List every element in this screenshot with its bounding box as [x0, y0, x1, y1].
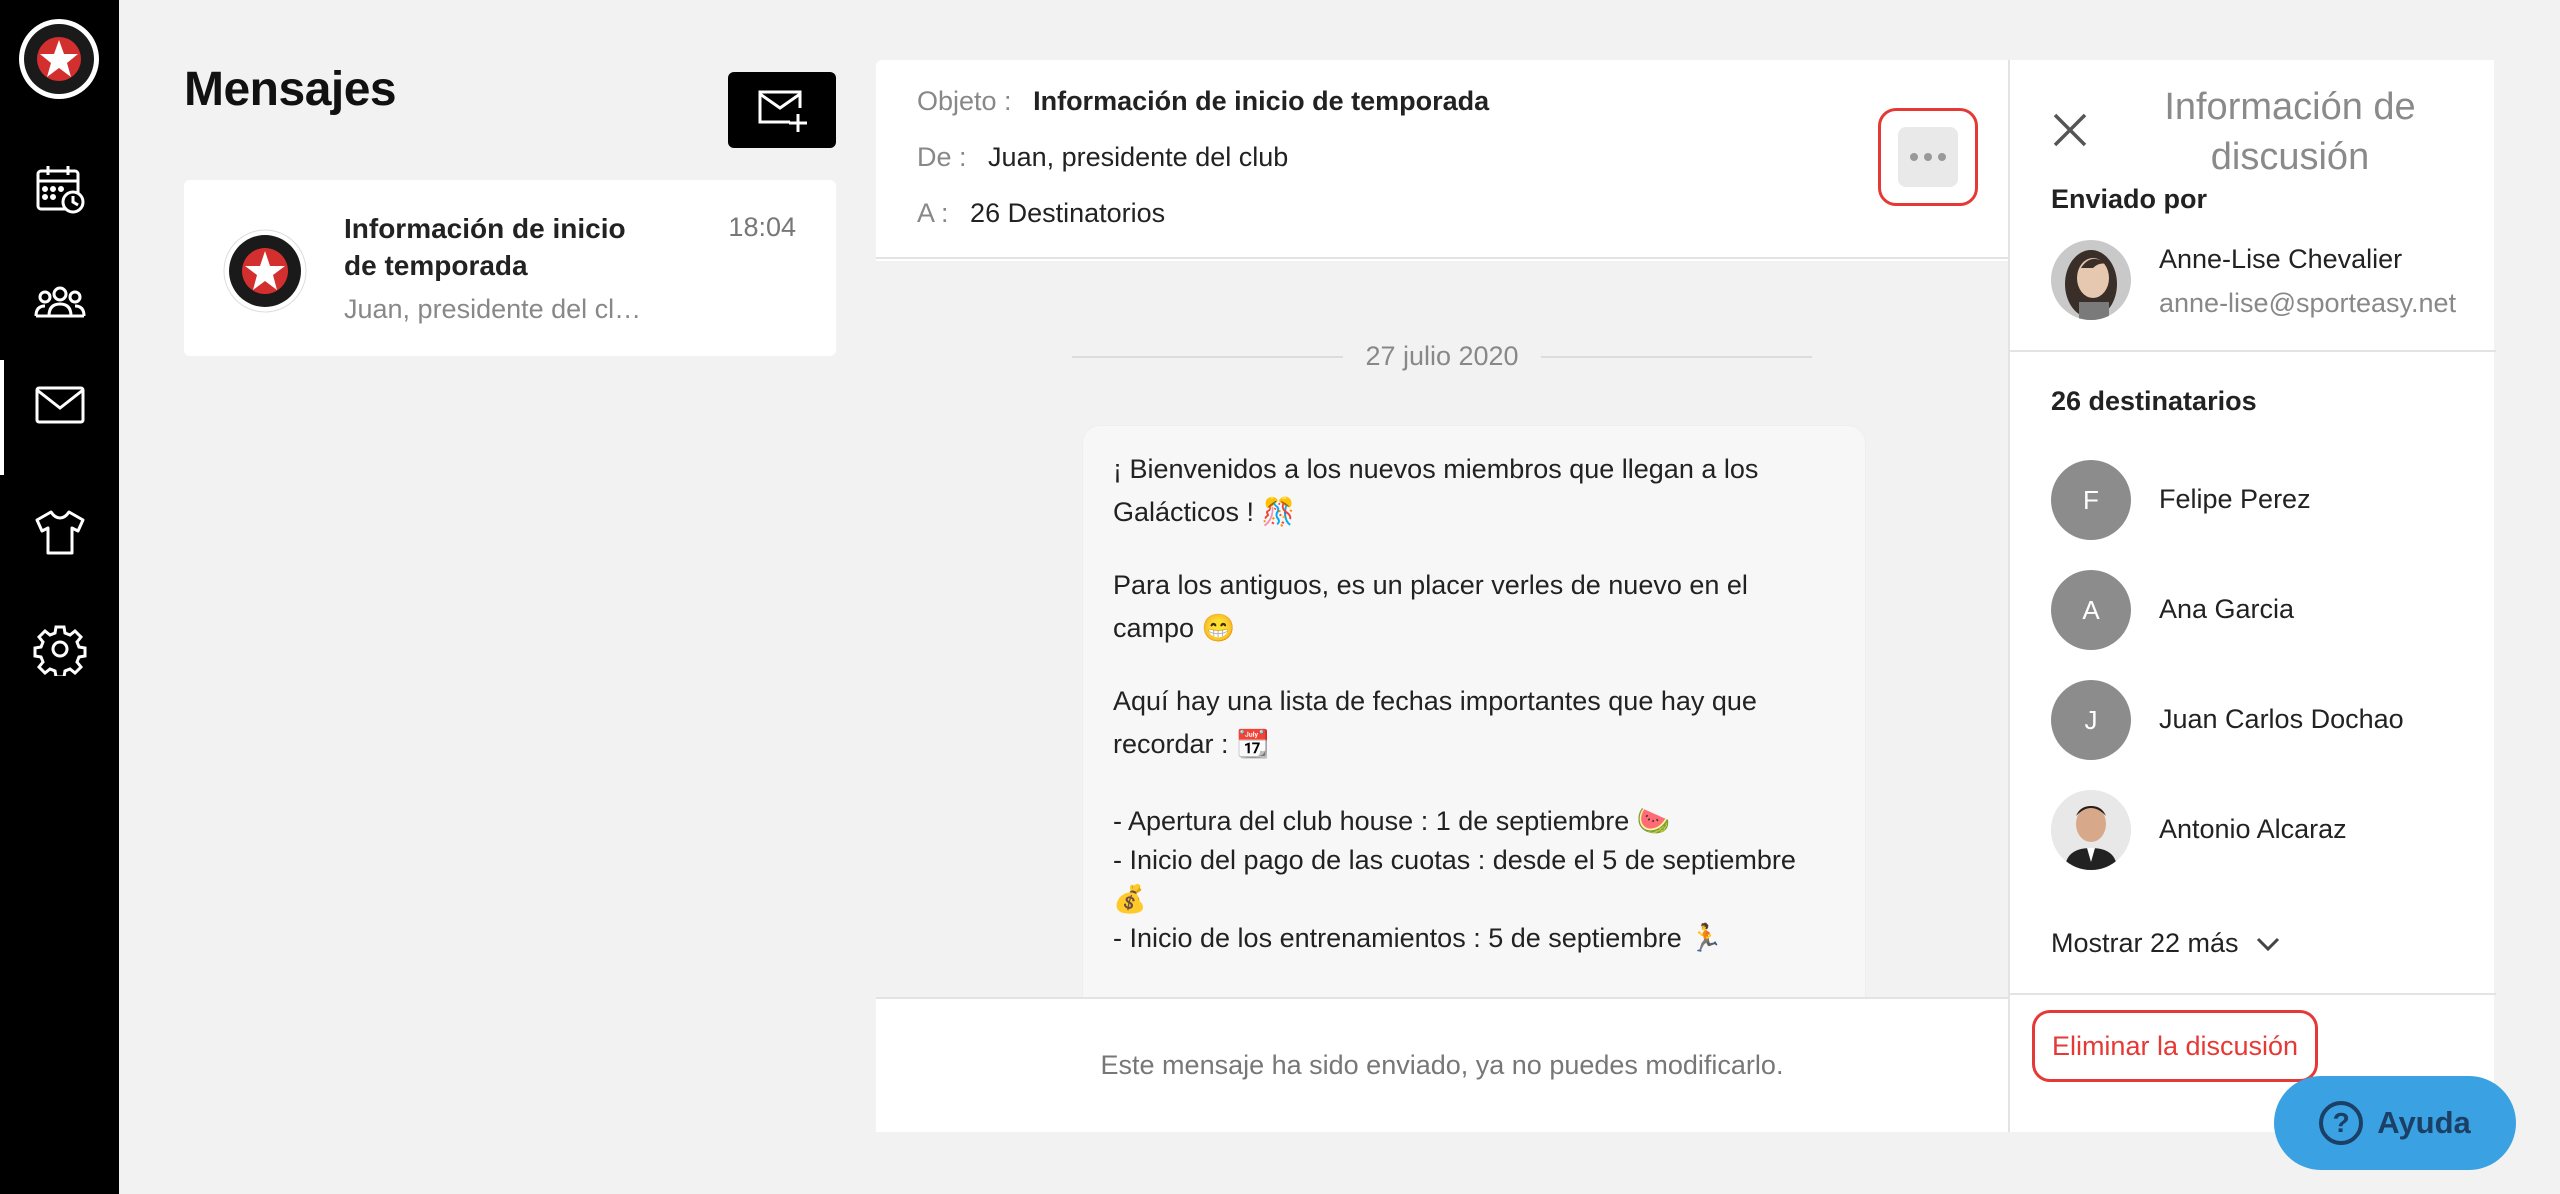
recipient-name: Felipe Perez [2159, 484, 2311, 514]
conversation-header: Objeto : Información de inicio de tempor… [876, 60, 2008, 259]
help-label: Ayuda [2377, 1105, 2471, 1140]
subject-label: Objeto : [917, 86, 1012, 116]
recipient-name: Ana Garcia [2159, 594, 2295, 624]
message-bubble: ¡ Bienvenidos a los nuevos miembros que … [1082, 425, 1866, 997]
conversation-panel: Objeto : Información de inicio de tempor… [876, 60, 2008, 1132]
to-row: A : 26 Destinatorios [917, 198, 1165, 229]
to-value: 26 Destinatorios [970, 198, 1166, 228]
recipient-item[interactable]: Antonio Alcaraz [2051, 790, 2471, 872]
message-list-line: - Inicio del pago de las cuotas : desde … [1113, 845, 1796, 914]
recipient-item[interactable]: J Juan Carlos Dochao [2051, 680, 2471, 762]
recipient-item[interactable]: A Ana Garcia [2051, 570, 2471, 652]
recipient-avatar: F [2051, 460, 2131, 540]
help-icon: ? [2319, 1101, 2364, 1145]
recipient-item[interactable]: F Felipe Perez [2051, 460, 2471, 542]
recipient-name: Juan Carlos Dochao [2159, 704, 2404, 734]
recipient-avatar: J [2051, 680, 2131, 760]
from-label: De : [917, 142, 967, 172]
delete-discussion-button[interactable]: Eliminar la discusión [2032, 1010, 2318, 1082]
message-title: Información de inicio de temporada [344, 213, 626, 281]
date-label: 27 julio 2020 [1365, 341, 1519, 371]
message-paragraph: ¡ Bienvenidos a los nuevos miembros que … [1113, 454, 1759, 527]
message-paragraph: Para los antiguos, es un placer verles d… [1113, 570, 1748, 643]
recipient-photo [2051, 790, 2131, 870]
show-more-label: Mostrar 22 más [2051, 928, 2239, 958]
subject-row: Objeto : Información de inicio de tempor… [917, 86, 1489, 117]
nav-messages[interactable] [0, 360, 119, 475]
message-time: 18:04 [728, 212, 796, 242]
club-logo[interactable] [18, 18, 100, 100]
calendar-icon [36, 166, 84, 214]
message-list-line: - Inicio de los entrenamientos : 5 de se… [1113, 923, 1723, 953]
date-separator: 27 julio 2020 [1072, 341, 1813, 372]
discussion-info-panel: Información de discusión Enviado por Ann… [2008, 60, 2496, 1132]
delete-label: Eliminar la discusión [2051, 1030, 2299, 1061]
message-thread[interactable]: 27 julio 2020 ¡ Bienvenidos a los nuevos… [876, 261, 2008, 997]
divider [2010, 350, 2496, 352]
sidebar [0, 0, 119, 1194]
nav-calendar[interactable] [0, 144, 119, 234]
nav-settings[interactable] [0, 604, 119, 694]
info-panel-title: Información de discusión [2164, 86, 2416, 178]
more-options-button[interactable] [1878, 108, 1978, 206]
new-message-icon [758, 90, 807, 132]
from-value: Juan, presidente del club [988, 142, 1289, 172]
close-icon[interactable] [2050, 110, 2090, 150]
sent-by-label: Enviado por [2051, 184, 2208, 214]
sender-email: anne-lise@sporteasy.net [2159, 288, 2457, 318]
sender-name: Anne-Lise Chevalier [2159, 244, 2403, 274]
team-icon [34, 286, 85, 318]
message-list-item[interactable]: Información de inicio de temporada 18:04… [184, 180, 836, 356]
sent-notice: Este mensaje ha sido enviado, ya no pued… [1100, 1050, 1784, 1080]
recipients-count: 26 destinatarios [2051, 386, 2257, 416]
show-more-recipients[interactable]: Mostrar 22 más [2051, 928, 2281, 959]
recipient-name: Antonio Alcaraz [2159, 814, 2347, 844]
help-button[interactable]: ? Ayuda [2274, 1076, 2516, 1170]
more-dots-icon [1898, 127, 1958, 187]
divider [2010, 993, 2496, 995]
conversation-footer: Este mensaje ha sido enviado, ya no pued… [876, 997, 2008, 1132]
from-row: De : Juan, presidente del club [917, 142, 1288, 173]
chevron-down-icon [2256, 937, 2279, 951]
compose-button[interactable] [728, 72, 836, 148]
mail-icon [35, 386, 84, 424]
sender-avatar [2051, 240, 2131, 320]
nav-team[interactable] [0, 256, 119, 346]
shirt-icon [35, 510, 84, 555]
to-label: A : [917, 198, 949, 228]
page-title: Mensajes [184, 63, 397, 116]
message-preview: Juan, presidente del club [344, 294, 644, 324]
recipient-avatar: A [2051, 570, 2131, 650]
settings-icon [33, 625, 86, 676]
message-list-line: - Apertura del club house : 1 de septiem… [1113, 806, 1671, 836]
club-avatar [223, 229, 307, 313]
message-paragraph: Aquí hay una lista de fechas importantes… [1113, 686, 1757, 759]
subject-value: Información de inicio de temporada [1033, 86, 1490, 116]
sender[interactable]: Anne-Lise Chevalier anne-lise@sporteasy.… [2051, 240, 2471, 324]
nav-equipment[interactable] [0, 488, 119, 578]
